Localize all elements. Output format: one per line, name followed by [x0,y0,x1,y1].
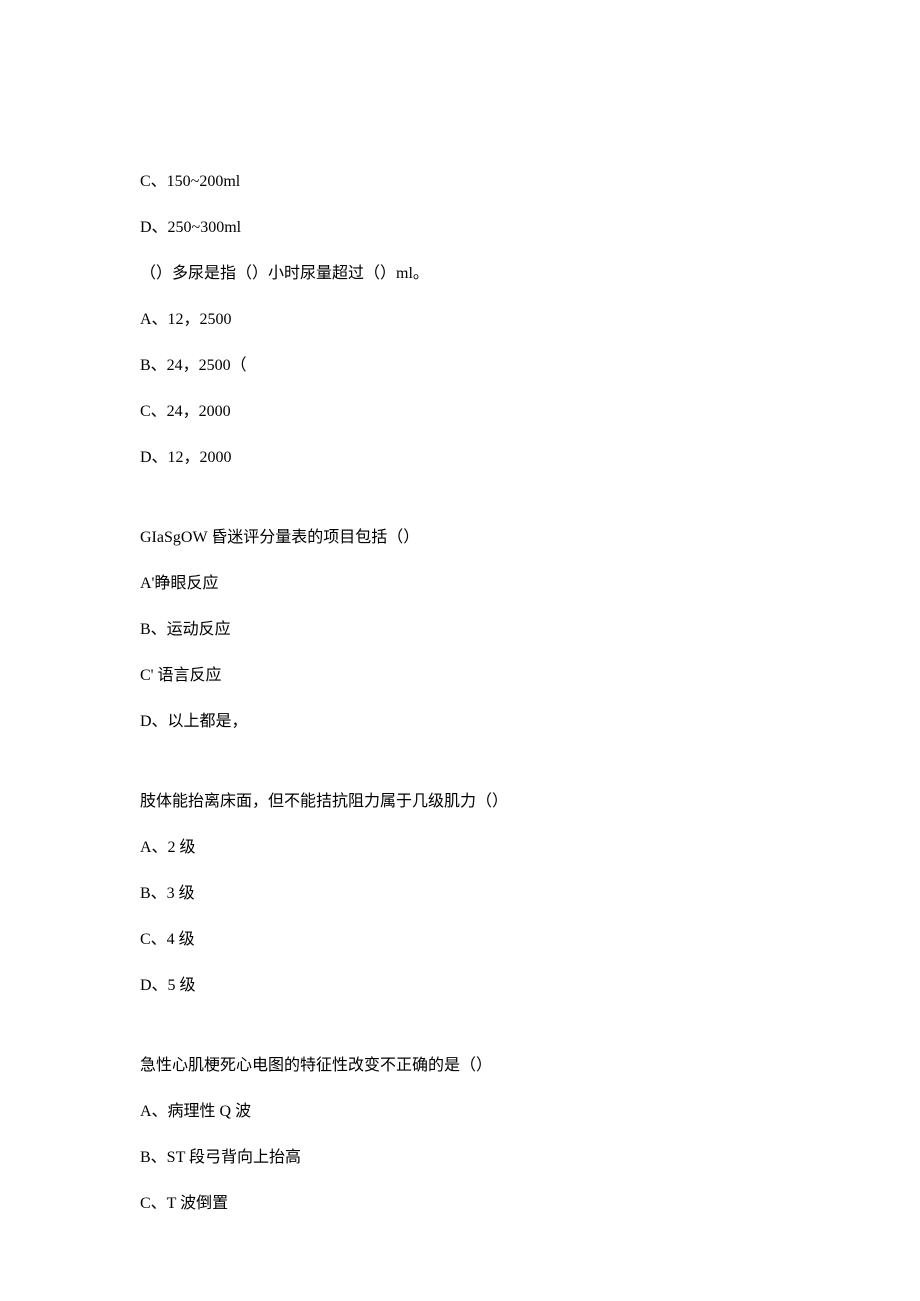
option-c: C' 语言反应 [140,664,780,688]
option-d: D、5 级 [140,974,780,998]
option-c: C、24，2000 [140,400,780,424]
option-a: A'睁眼反应 [140,572,780,596]
question-stem: （）多尿是指（）小时尿量超过（）ml。 [140,262,780,286]
option-c: C、150~200ml [140,170,780,194]
option-c: C、4 级 [140,928,780,952]
option-b: B、ST 段弓背向上抬高 [140,1146,780,1170]
option-a: A、12，2500 [140,308,780,332]
option-d: D、12，2000 [140,446,780,470]
option-b: B、24，2500（ [140,354,780,378]
option-d: D、250~300ml [140,216,780,240]
option-c: C、T 波倒置 [140,1192,780,1216]
question-stem: 肢体能抬离床面，但不能拮抗阻力属于几级肌力（） [140,790,780,814]
question-stem: GIaSgOW 昏迷评分量表的项目包括（） [140,526,780,550]
option-a: A、2 级 [140,836,780,860]
option-d: D、以上都是， [140,710,780,734]
question-stem: 急性心肌梗死心电图的特征性改变不正确的是（） [140,1054,780,1078]
option-b: B、3 级 [140,882,780,906]
option-b: B、运动反应 [140,618,780,642]
option-a: A、病理性 Q 波 [140,1100,780,1124]
